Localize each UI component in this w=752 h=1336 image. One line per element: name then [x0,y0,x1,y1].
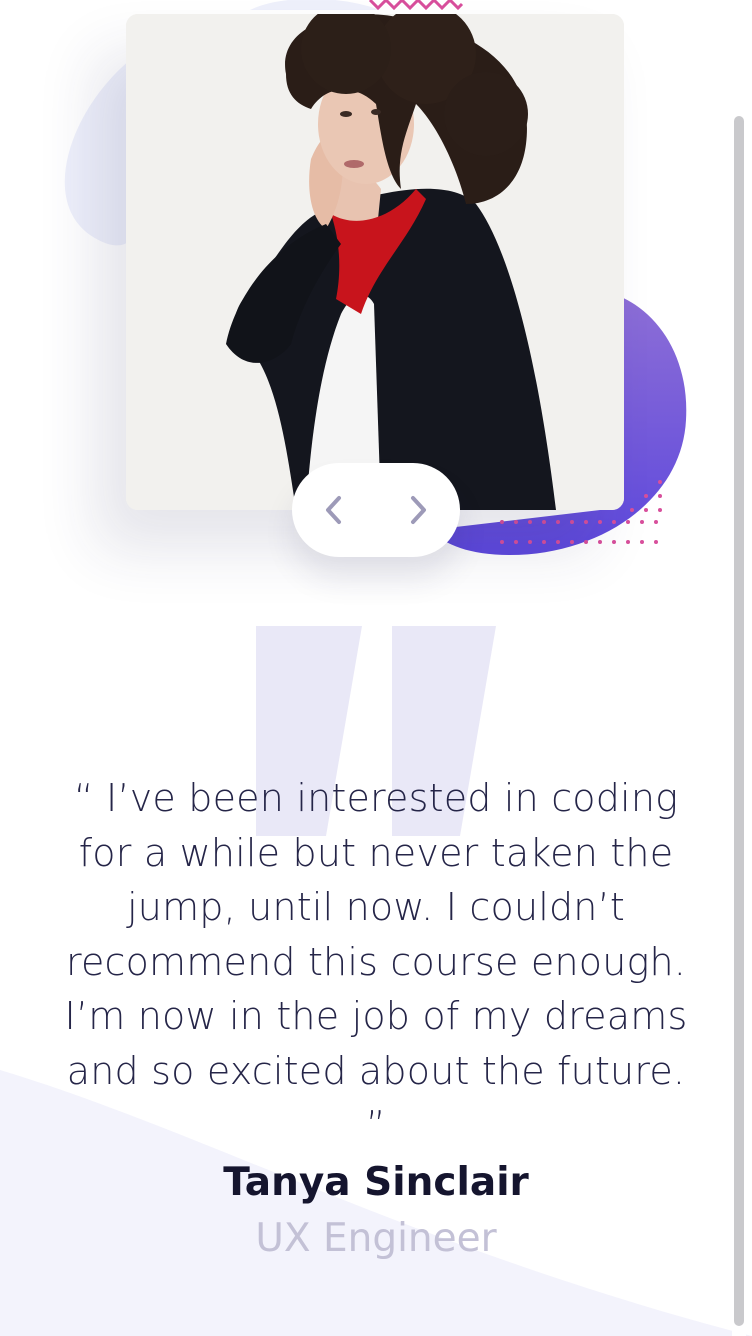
scrollbar-thumb[interactable] [734,116,744,1326]
testimonial-page: “ I’ve been interested in coding for a w… [0,0,752,1336]
previous-button[interactable] [314,490,354,530]
author-role: UX Engineer [255,1216,497,1261]
next-button[interactable] [398,490,438,530]
zigzag-pattern [368,0,464,11]
author-name: Tanya Sinclair [223,1160,529,1205]
chevron-right-icon [411,496,426,524]
testimonial-photo [126,14,624,510]
carousel-nav [292,463,460,557]
chevron-left-icon [326,496,341,524]
testimonial-quote: “ I’ve been interested in coding for a w… [64,776,688,1147]
lavender-blob-shape [64,60,130,246]
